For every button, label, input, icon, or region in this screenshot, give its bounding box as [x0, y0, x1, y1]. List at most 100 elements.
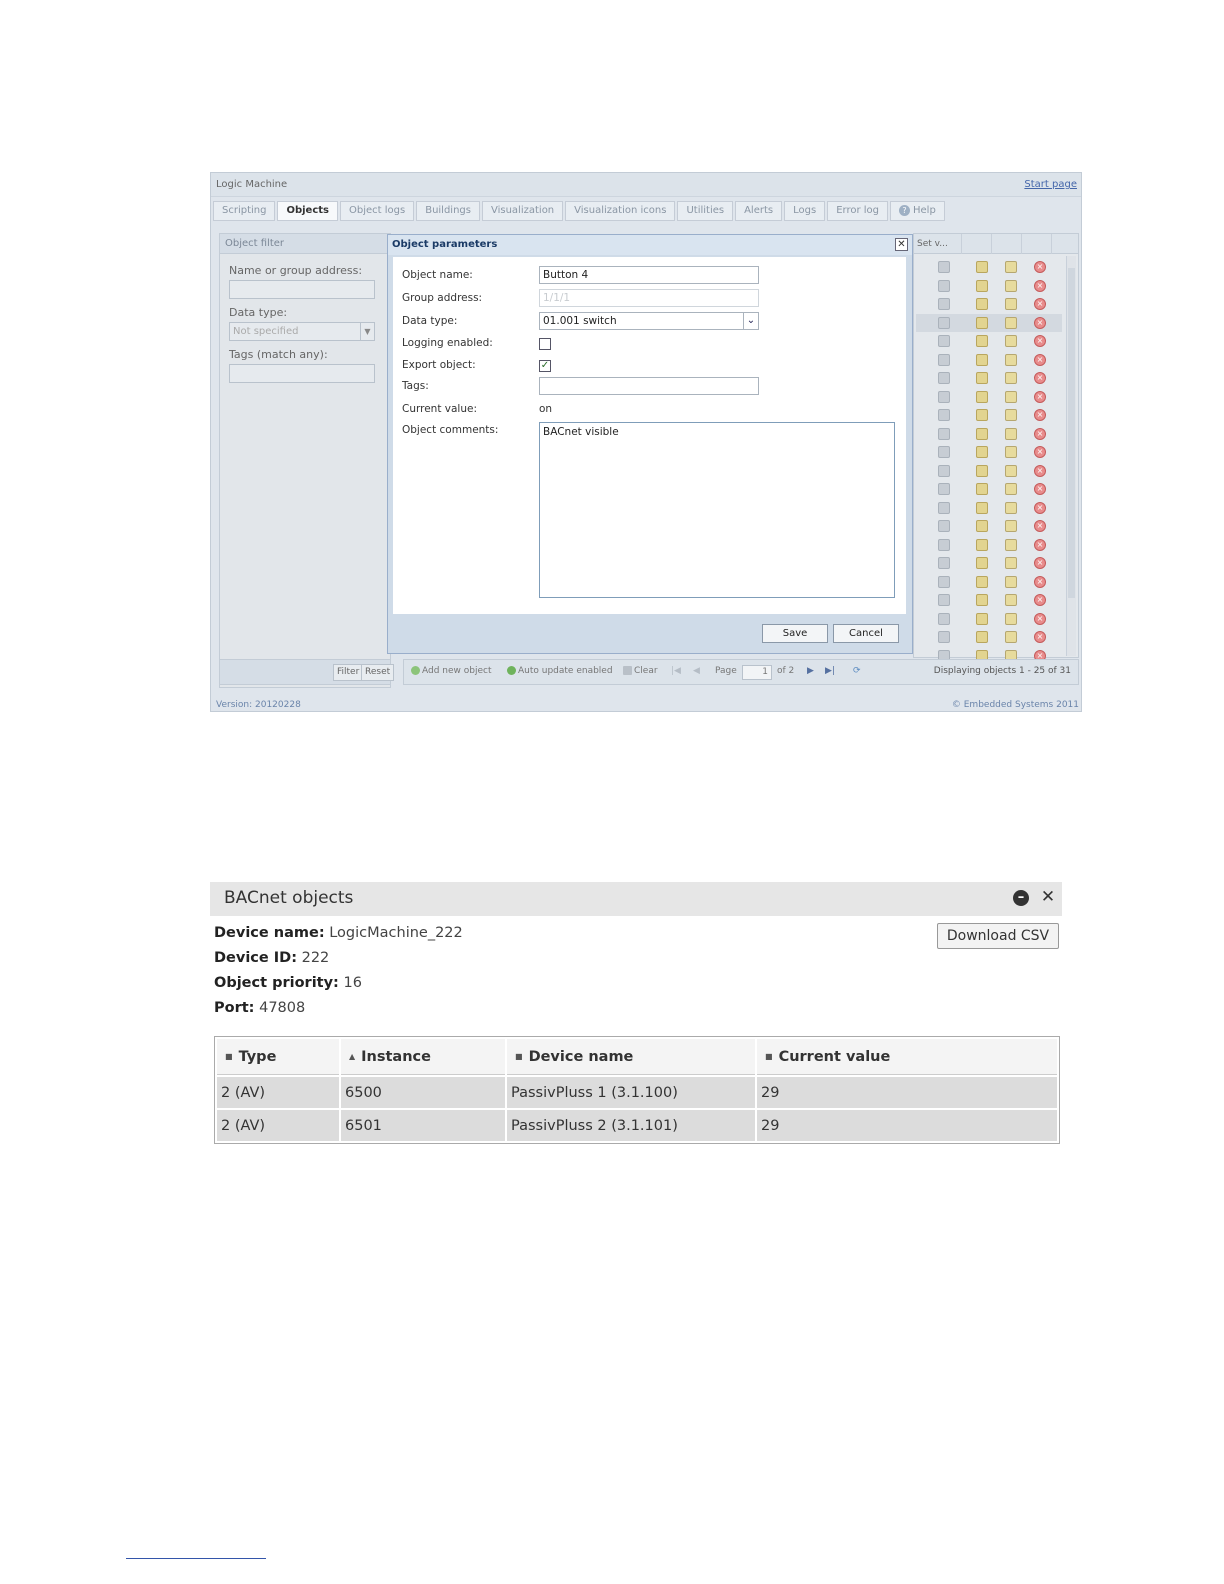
edit-icon[interactable] [976, 538, 988, 551]
data-type-select[interactable]: 01.001 switch ⌄ [539, 312, 759, 330]
tab-objects[interactable]: Objects [277, 201, 338, 221]
log-icon[interactable] [1005, 575, 1017, 588]
log-icon[interactable] [1005, 279, 1017, 292]
grid-row[interactable]: × [916, 591, 1062, 609]
log-icon[interactable] [1005, 446, 1017, 458]
scrollbar-thumb[interactable] [1068, 268, 1075, 598]
add-new-object-button[interactable]: Add new object [408, 664, 494, 681]
grid-row[interactable]: × [916, 610, 1062, 628]
edit-icon[interactable] [976, 353, 988, 366]
grid-row[interactable]: × [916, 406, 1062, 424]
delete-icon[interactable]: × [1034, 501, 1046, 514]
log-icon[interactable] [1005, 316, 1017, 329]
edit-icon[interactable] [976, 372, 988, 384]
set-value-icon[interactable] [938, 316, 950, 329]
object-name-input[interactable]: Button 4 [539, 266, 759, 284]
edit-icon[interactable] [976, 464, 988, 477]
data-type-filter-select[interactable]: Not specified ▼ [229, 322, 375, 341]
log-icon[interactable] [1005, 594, 1017, 606]
delete-icon[interactable]: × [1034, 261, 1046, 273]
set-value-icon[interactable] [938, 261, 950, 273]
grid-row[interactable]: × [916, 573, 1062, 591]
column-header-instance[interactable]: ▲ Instance [341, 1039, 505, 1075]
set-value-icon[interactable] [938, 594, 950, 606]
auto-update-button[interactable]: Auto update enabled [504, 664, 616, 681]
grid-row[interactable]: × [916, 277, 1062, 295]
set-value-icon[interactable] [938, 298, 950, 310]
edit-icon[interactable] [976, 446, 988, 458]
edit-icon[interactable] [976, 427, 988, 440]
edit-icon[interactable] [976, 409, 988, 421]
column-header-current-value[interactable]: ■ Current value [757, 1039, 1057, 1075]
grid-scrollbar[interactable] [1066, 256, 1076, 656]
log-icon[interactable] [1005, 390, 1017, 403]
prev-page-icon[interactable]: ◀ [690, 664, 703, 681]
set-value-icon[interactable] [938, 538, 950, 551]
export-object-checkbox[interactable]: ✓ [539, 360, 551, 372]
grid-row[interactable]: × [916, 628, 1062, 646]
save-button[interactable]: Save [762, 624, 828, 643]
edit-icon[interactable] [976, 612, 988, 625]
edit-icon[interactable] [976, 501, 988, 514]
set-value-icon[interactable] [938, 446, 950, 458]
edit-icon[interactable] [976, 483, 988, 495]
grid-header-set-value[interactable]: Set v... [914, 234, 962, 254]
log-icon[interactable] [1005, 353, 1017, 366]
reset-button[interactable]: Reset [361, 664, 395, 681]
last-page-icon[interactable]: ▶| [822, 664, 838, 681]
grid-row[interactable]: × [916, 517, 1062, 535]
next-page-icon[interactable]: ▶ [804, 664, 817, 681]
log-icon[interactable] [1005, 483, 1017, 495]
log-icon[interactable] [1005, 298, 1017, 310]
edit-icon[interactable] [976, 261, 988, 273]
close-icon[interactable]: ✕ [1039, 888, 1057, 906]
delete-icon[interactable]: × [1034, 594, 1046, 606]
delete-icon[interactable]: × [1034, 372, 1046, 384]
tab-error-log[interactable]: Error log [827, 201, 888, 221]
delete-icon[interactable]: × [1034, 631, 1046, 643]
grid-row[interactable]: × [916, 554, 1062, 572]
delete-icon[interactable]: × [1034, 390, 1046, 403]
set-value-icon[interactable] [938, 390, 950, 403]
set-value-icon[interactable] [938, 575, 950, 588]
grid-row[interactable]: × [916, 462, 1062, 480]
tab-logs[interactable]: Logs [784, 201, 826, 221]
edit-icon[interactable] [976, 298, 988, 310]
set-value-icon[interactable] [938, 372, 950, 384]
edit-icon[interactable] [976, 557, 988, 569]
log-icon[interactable] [1005, 261, 1017, 273]
grid-row[interactable]: × [916, 351, 1062, 369]
tags-filter-input[interactable] [229, 364, 375, 383]
tab-alerts[interactable]: Alerts [735, 201, 783, 221]
name-filter-input[interactable] [229, 280, 375, 299]
log-icon[interactable] [1005, 557, 1017, 569]
delete-icon[interactable]: × [1034, 298, 1046, 310]
column-header-type[interactable]: ■ Type [217, 1039, 339, 1075]
log-icon[interactable] [1005, 427, 1017, 440]
log-icon[interactable] [1005, 520, 1017, 532]
delete-icon[interactable]: × [1034, 557, 1046, 569]
close-icon[interactable]: ✕ [895, 238, 908, 251]
refresh-icon[interactable]: ⟳ [850, 664, 864, 681]
log-icon[interactable] [1005, 538, 1017, 551]
set-value-icon[interactable] [938, 501, 950, 514]
set-value-icon[interactable] [938, 427, 950, 440]
edit-icon[interactable] [976, 335, 988, 347]
delete-icon[interactable]: × [1034, 446, 1046, 458]
delete-icon[interactable]: × [1034, 464, 1046, 477]
edit-icon[interactable] [976, 631, 988, 643]
delete-icon[interactable]: × [1034, 316, 1046, 329]
delete-icon[interactable]: × [1034, 575, 1046, 588]
grid-row[interactable]: × [916, 425, 1062, 443]
set-value-icon[interactable] [938, 353, 950, 366]
delete-icon[interactable]: × [1034, 483, 1046, 495]
tab-object-logs[interactable]: Object logs [340, 201, 415, 221]
filter-button[interactable]: Filter [333, 664, 364, 681]
edit-icon[interactable] [976, 316, 988, 329]
delete-icon[interactable]: × [1034, 612, 1046, 625]
delete-icon[interactable]: × [1034, 520, 1046, 532]
page-number-input[interactable]: 1 [742, 665, 772, 680]
download-csv-button[interactable]: Download CSV [937, 923, 1059, 949]
minimize-icon[interactable]: – [1013, 890, 1029, 906]
delete-icon[interactable]: × [1034, 409, 1046, 421]
